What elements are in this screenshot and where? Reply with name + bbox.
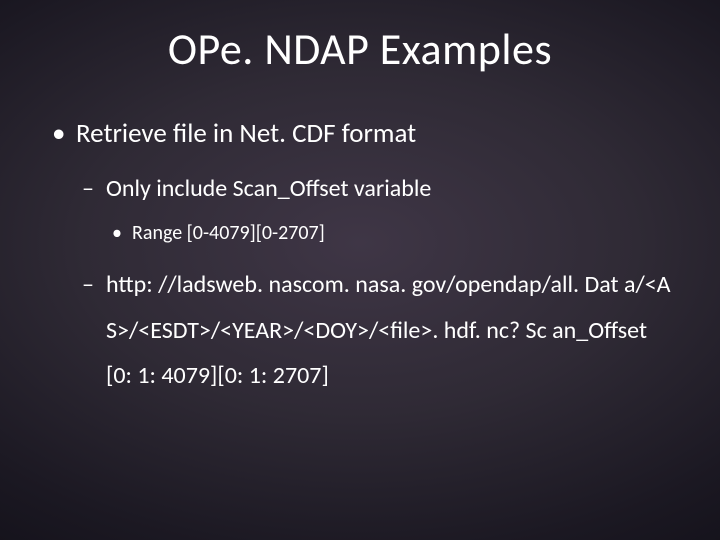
bullet-list-level2: Only include Scan_Offset variable Range … [76,166,672,398]
slide: OPe. NDAP Examples Retrieve file in Net.… [0,0,720,540]
bullet-l3-text: Range [0-4079][0-2707] [132,221,325,245]
bullet-l1-text: Retrieve file in Net. CDF format [76,117,416,150]
bullet-l2-item: http: //ladsweb. nascom. nasa. gov/opend… [76,262,672,399]
bullet-list-level3: Range [0-4079][0-2707] [106,218,672,248]
bullet-l1-item: Retrieve file in Net. CDF format Only in… [48,116,672,399]
bullet-list-level1: Retrieve file in Net. CDF format Only in… [48,116,672,399]
bullet-l2-item: Only include Scan_Offset variable Range … [76,166,672,248]
bullet-l3-item: Range [0-4079][0-2707] [106,218,672,248]
bullet-l2-url-text: http: //ladsweb. nascom. nasa. gov/opend… [106,270,671,390]
slide-title: OPe. NDAP Examples [48,22,672,76]
bullet-l2-text: Only include Scan_Offset variable [106,174,431,203]
